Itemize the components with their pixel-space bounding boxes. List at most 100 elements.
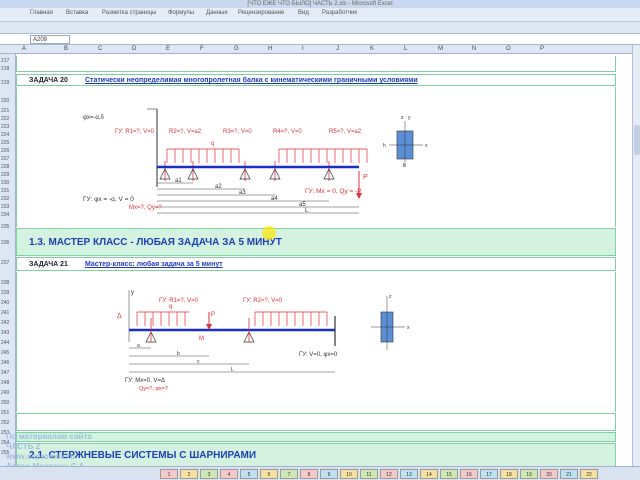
row-number[interactable]: 231 — [1, 188, 9, 194]
sheet-tab[interactable]: 22 — [580, 469, 598, 479]
column-p[interactable]: P — [540, 46, 544, 52]
task20-title[interactable]: Статически неопределимая многопролетная … — [85, 77, 418, 84]
row-number[interactable]: 236 — [1, 240, 9, 246]
task21-title[interactable]: Мастер-класс: любая задача за 5 минут — [85, 261, 223, 268]
column-i[interactable]: I — [302, 46, 304, 52]
menu-item-page-layout[interactable]: Разметка страницы — [102, 10, 156, 16]
sheet-tab[interactable]: 17 — [480, 469, 498, 479]
column-f[interactable]: F — [200, 46, 204, 52]
sheet-tab[interactable]: 3 — [200, 469, 218, 479]
sheet-tab[interactable]: 7 — [280, 469, 298, 479]
row-number[interactable]: 217 — [1, 58, 9, 64]
sheet-tab[interactable]: 11 — [360, 469, 378, 479]
sheet-tab[interactable]: 15 — [440, 469, 458, 479]
row-number[interactable]: 250 — [1, 400, 9, 406]
sheet-tab[interactable]: 4 — [220, 469, 238, 479]
row-number[interactable]: 246 — [1, 360, 9, 366]
column-d[interactable]: D — [132, 46, 136, 52]
vertical-scrollbar[interactable] — [632, 45, 640, 466]
column-n[interactable]: N — [472, 46, 476, 52]
t21-section-z: z — [389, 294, 392, 300]
task20-bc-right: ГУ: Mx = 0, Qy = -P — [305, 188, 362, 195]
menu-item-developer[interactable]: Разработчик — [322, 10, 357, 16]
column-g[interactable]: G — [234, 46, 239, 52]
row-number[interactable]: 249 — [1, 390, 9, 396]
row-number[interactable]: 226 — [1, 148, 9, 154]
menu-item-view[interactable]: Вид — [298, 10, 309, 16]
sheet-tab[interactable]: 12 — [380, 469, 398, 479]
row-number[interactable]: 228 — [1, 164, 9, 170]
section-13-heading: 1.3. МАСТЕР КЛАСС - ЛЮБАЯ ЗАДАЧА ЗА 5 МИ… — [29, 237, 282, 248]
row-number[interactable]: 227 — [1, 156, 9, 162]
row-number[interactable]: 230 — [1, 180, 9, 186]
row-number[interactable]: 252 — [1, 420, 9, 426]
column-e[interactable]: E — [166, 46, 170, 52]
row-number[interactable]: 251 — [1, 410, 9, 416]
column-l[interactable]: L — [404, 46, 407, 52]
sheet-tabs-bar: 1 2 3 4 5 6 7 8 9 10 11 12 13 14 15 16 1… — [0, 466, 640, 480]
sheet-tab[interactable]: 6 — [260, 469, 278, 479]
row-number[interactable]: 241 — [1, 310, 9, 316]
menu-item-formulas[interactable]: Формулы — [168, 10, 194, 16]
column-c[interactable]: C — [98, 46, 102, 52]
sheet-tab[interactable]: 9 — [320, 469, 338, 479]
column-m[interactable]: M — [438, 46, 443, 52]
sheet-tab[interactable]: 14 — [420, 469, 438, 479]
row-number[interactable]: 239 — [1, 290, 9, 296]
row-number[interactable]: 224 — [1, 132, 9, 138]
sheet-tab[interactable]: 5 — [240, 469, 258, 479]
row-number[interactable]: 233 — [1, 204, 9, 210]
task20-label: ЗАДАЧА 20 — [29, 77, 68, 84]
column-b[interactable]: B — [64, 46, 68, 52]
column-a[interactable]: A — [22, 46, 26, 52]
worksheet[interactable]: ЗАДАЧА 20 Статически неопределимая много… — [16, 54, 632, 466]
menu-item-review[interactable]: Рецензирование — [238, 10, 284, 16]
column-o[interactable]: O — [506, 46, 511, 52]
menu-item-data[interactable]: Данные — [206, 10, 228, 16]
t21-dim-l: L — [231, 367, 234, 373]
row-number[interactable]: 243 — [1, 330, 9, 336]
column-h[interactable]: H — [268, 46, 272, 52]
row-number[interactable]: 242 — [1, 320, 9, 326]
sheet-tab[interactable]: 18 — [500, 469, 518, 479]
row-number[interactable]: 232 — [1, 196, 9, 202]
sheet-tab[interactable]: 8 — [300, 469, 318, 479]
sheet-tab[interactable]: 16 — [460, 469, 478, 479]
row-number[interactable]: 219 — [1, 80, 9, 86]
row-number[interactable]: 222 — [1, 116, 9, 122]
column-j[interactable]: J — [336, 46, 339, 52]
row-number[interactable]: 223 — [1, 124, 9, 130]
sheet-tab[interactable]: 21 — [560, 469, 578, 479]
row-number[interactable]: 229 — [1, 172, 9, 178]
sheet-tab[interactable]: 13 — [400, 469, 418, 479]
sheet-tab[interactable]: 1 — [160, 469, 178, 479]
watermark-line3: www.sopromex.ru — [6, 452, 76, 461]
name-box[interactable]: A209 — [30, 35, 70, 44]
task20-bc-top-3: R3=?, V=0 — [223, 129, 252, 135]
row-number[interactable]: 238 — [1, 280, 9, 286]
row-header: 217 218 219 220 221 222 223 224 225 226 … — [0, 54, 16, 466]
row-number[interactable]: 235 — [1, 224, 9, 230]
scrollbar-thumb[interactable] — [634, 125, 640, 155]
row-number[interactable]: 218 — [1, 66, 9, 72]
row-number[interactable]: 248 — [1, 380, 9, 386]
row-number[interactable]: 220 — [1, 98, 9, 104]
row-number[interactable]: 245 — [1, 350, 9, 356]
row-number[interactable]: 234 — [1, 212, 9, 218]
task20-bc-top-4: R4=?, V=0 — [273, 129, 302, 135]
row-number[interactable]: 225 — [1, 140, 9, 146]
row-number[interactable]: 240 — [1, 300, 9, 306]
sheet-tab[interactable]: 20 — [540, 469, 558, 479]
row-number[interactable]: 247 — [1, 370, 9, 376]
row-number[interactable]: 221 — [1, 108, 9, 114]
sheet-tab[interactable]: 2 — [180, 469, 198, 479]
sheet-tab[interactable]: 19 — [520, 469, 538, 479]
row-number[interactable]: 237 — [1, 260, 9, 266]
row-number[interactable]: 244 — [1, 340, 9, 346]
column-k[interactable]: K — [370, 46, 374, 52]
task21-header-row: ЗАДАЧА 21 Мастер-класс: любая задача за … — [16, 257, 616, 271]
sheet-tab[interactable]: 10 — [340, 469, 358, 479]
menu-item-home[interactable]: Главная — [30, 10, 53, 16]
t21-dim-a: a — [137, 343, 140, 349]
menu-item-insert[interactable]: Вставка — [66, 10, 88, 16]
